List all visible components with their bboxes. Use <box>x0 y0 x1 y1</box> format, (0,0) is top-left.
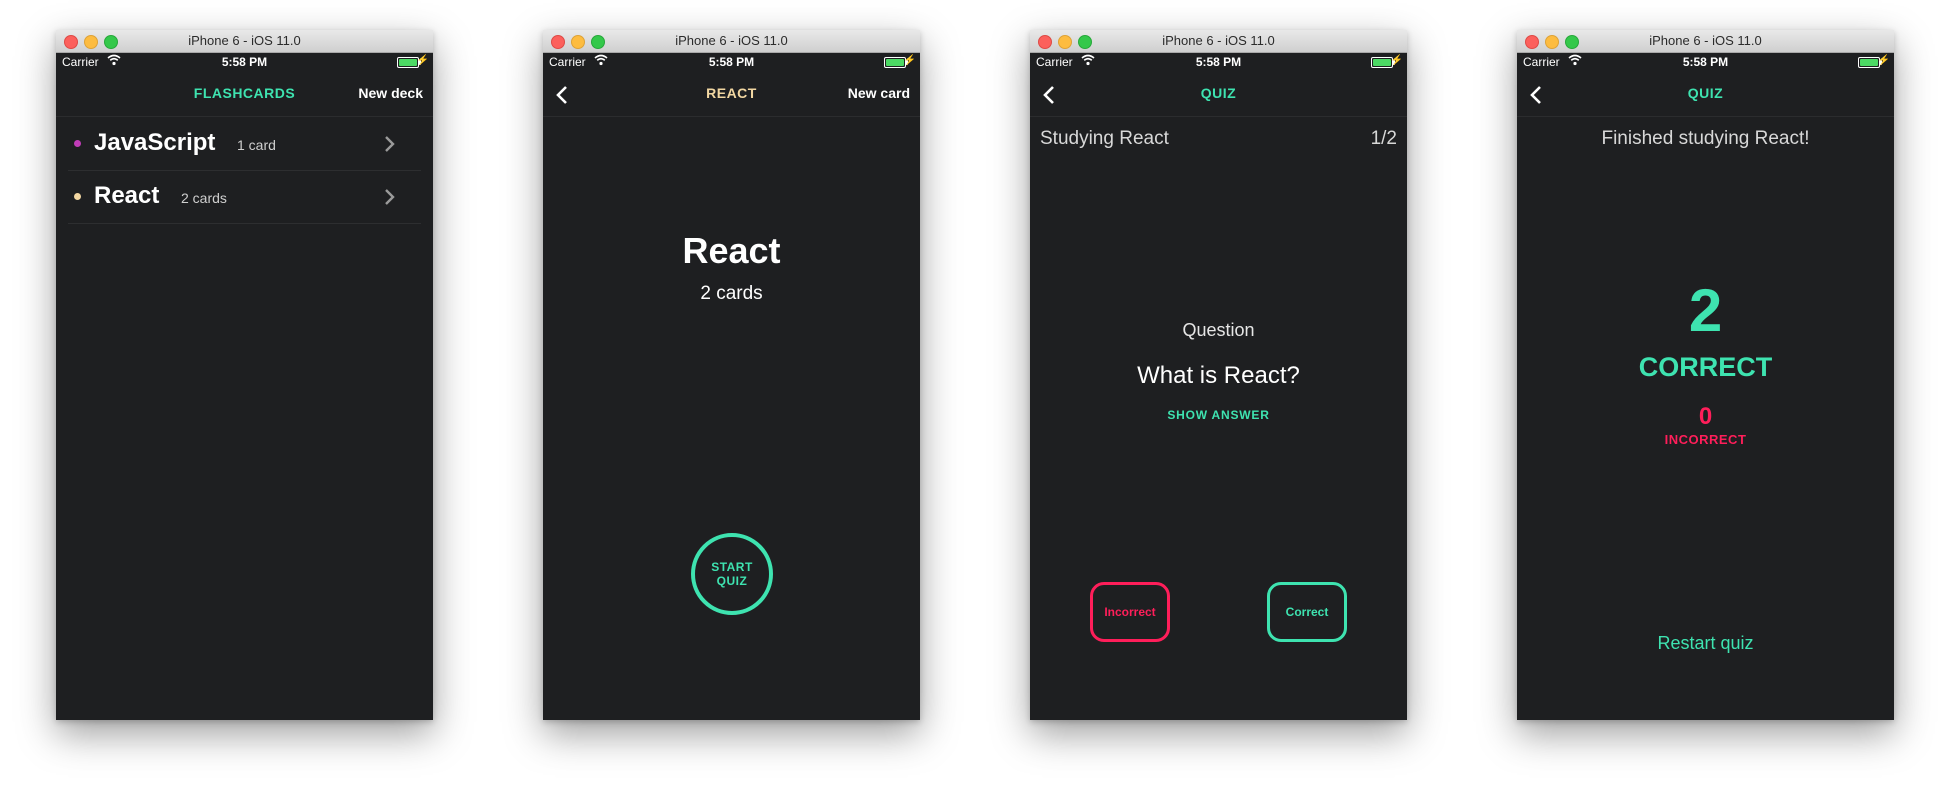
incorrect-label: INCORRECT <box>1664 432 1747 447</box>
window-title: iPhone 6 - iOS 11.0 <box>188 33 301 48</box>
simulator-window-deck-detail: iPhone 6 - iOS 11.0 Carrier 5:58 PM ⚡ RE… <box>543 30 920 720</box>
deck-card-count: 1 card <box>237 137 276 153</box>
simulator-window-decks: iPhone 6 - iOS 11.0 Carrier 5:58 PM ⚡ FL… <box>56 30 433 720</box>
zoom-window-button[interactable] <box>591 35 605 49</box>
deck-list-item[interactable]: React 2 cards <box>68 171 421 224</box>
question-text: What is React? <box>1137 362 1300 389</box>
charging-icon: ⚡ <box>1390 55 1403 66</box>
close-window-button[interactable] <box>1038 35 1052 49</box>
window-title: iPhone 6 - iOS 11.0 <box>675 33 788 48</box>
studying-label: Studying React <box>1040 128 1169 149</box>
deck-name: JavaScript <box>94 129 216 156</box>
chevron-right-icon <box>385 136 395 152</box>
quiz-progress: 1/2 <box>1370 128 1397 149</box>
correct-button[interactable]: Correct <box>1267 582 1347 642</box>
deck-color-dot <box>74 193 81 200</box>
minimize-window-button[interactable] <box>84 35 98 49</box>
status-time: 5:58 PM <box>221 55 268 69</box>
minimize-window-button[interactable] <box>571 35 585 49</box>
simulator-window-results: iPhone 6 - iOS 11.0 Carrier 5:58 PM ⚡ QU… <box>1517 30 1894 720</box>
nav-bar: QUIZ <box>1517 72 1894 117</box>
zoom-window-button[interactable] <box>104 35 118 49</box>
deck-color-dot <box>74 140 81 147</box>
close-window-button[interactable] <box>1525 35 1539 49</box>
start-quiz-label-line1: START <box>711 560 753 574</box>
status-bar: Carrier 5:58 PM ⚡ <box>56 52 433 72</box>
correct-count: 2 <box>1688 277 1723 344</box>
deck-card-count: 2 cards <box>181 190 227 206</box>
window-titlebar: iPhone 6 - iOS 11.0 <box>1030 30 1407 53</box>
simulator-window-quiz: iPhone 6 - iOS 11.0 Carrier 5:58 PM ⚡ QU… <box>1030 30 1407 720</box>
window-titlebar: iPhone 6 - iOS 11.0 <box>543 30 920 53</box>
minimize-window-button[interactable] <box>1058 35 1072 49</box>
nav-bar: REACT New card <box>543 72 920 117</box>
close-window-button[interactable] <box>64 35 78 49</box>
window-titlebar: iPhone 6 - iOS 11.0 <box>56 30 433 53</box>
status-time: 5:58 PM <box>1682 55 1729 69</box>
deck-title: React <box>682 230 781 271</box>
deck-list-item[interactable]: JavaScript 1 card <box>68 118 421 171</box>
chevron-right-icon <box>385 189 395 205</box>
show-answer-button[interactable]: SHOW ANSWER <box>1030 408 1407 422</box>
zoom-window-button[interactable] <box>1078 35 1092 49</box>
status-bar: Carrier 5:58 PM ⚡ <box>1517 52 1894 72</box>
finished-message: Finished studying React! <box>1601 128 1810 149</box>
charging-icon: ⚡ <box>416 55 429 66</box>
new-card-button[interactable]: New card <box>848 85 910 101</box>
nav-title: QUIZ <box>1687 85 1724 101</box>
incorrect-button[interactable]: Incorrect <box>1090 582 1170 642</box>
zoom-window-button[interactable] <box>1565 35 1579 49</box>
charging-icon: ⚡ <box>1877 55 1890 66</box>
window-title: iPhone 6 - iOS 11.0 <box>1162 33 1275 48</box>
status-bar: Carrier 5:58 PM ⚡ <box>1030 52 1407 72</box>
status-time: 5:58 PM <box>708 55 755 69</box>
status-time: 5:58 PM <box>1195 55 1242 69</box>
close-window-button[interactable] <box>551 35 565 49</box>
incorrect-count: 0 <box>1698 403 1713 430</box>
nav-bar: FLASHCARDS New deck <box>56 72 433 117</box>
new-deck-button[interactable]: New deck <box>358 85 423 101</box>
nav-title: QUIZ <box>1200 85 1237 101</box>
deck-card-count: 2 cards <box>700 283 763 304</box>
window-title: iPhone 6 - iOS 11.0 <box>1649 33 1762 48</box>
minimize-window-button[interactable] <box>1545 35 1559 49</box>
start-quiz-label-line2: QUIZ <box>716 574 748 588</box>
nav-bar: QUIZ <box>1030 72 1407 117</box>
charging-icon: ⚡ <box>903 55 916 66</box>
correct-label: CORRECT <box>1638 352 1773 382</box>
restart-quiz-button[interactable]: Restart quiz <box>1517 633 1894 654</box>
card-side-label: Question <box>1182 320 1255 340</box>
deck-name: React <box>94 182 160 209</box>
start-quiz-button[interactable]: START QUIZ <box>691 533 773 615</box>
window-titlebar: iPhone 6 - iOS 11.0 <box>1517 30 1894 53</box>
status-bar: Carrier 5:58 PM ⚡ <box>543 52 920 72</box>
